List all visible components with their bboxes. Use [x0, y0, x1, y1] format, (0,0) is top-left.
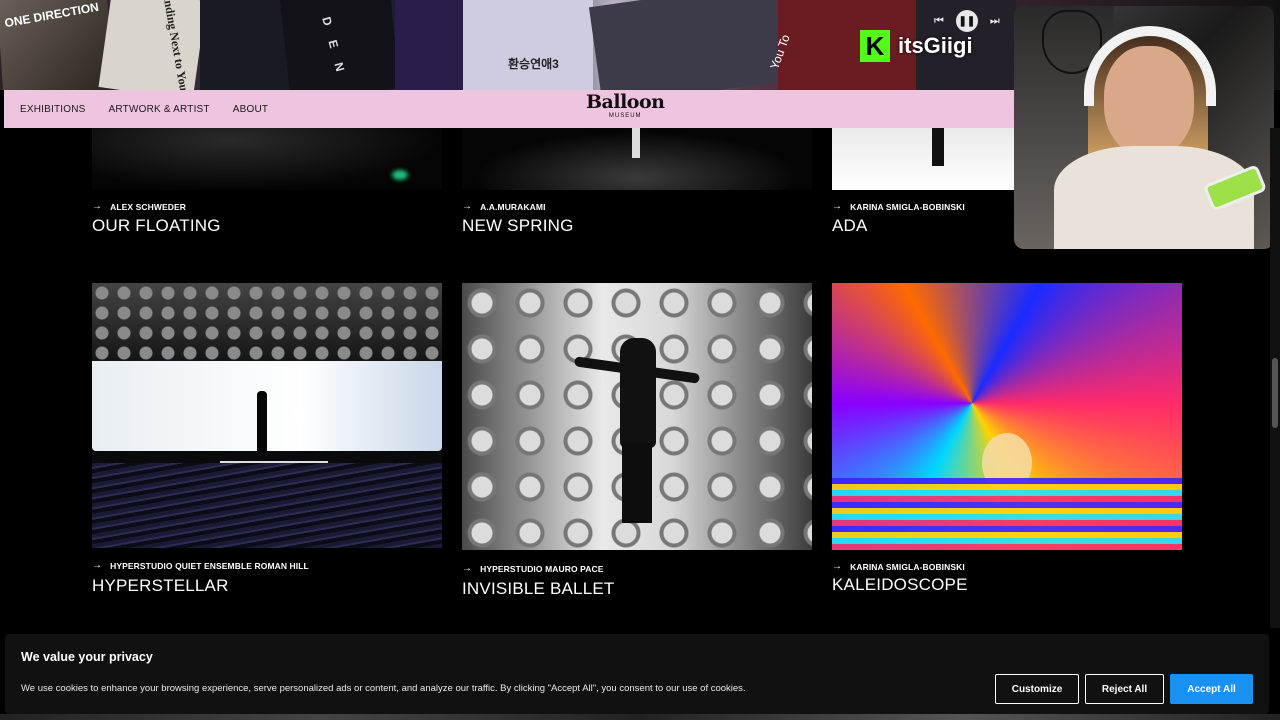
balloon-museum-logo[interactable]: Balloon MUSEUM [586, 91, 665, 119]
scrollbar-thumb[interactable] [1272, 358, 1278, 428]
artwork-title[interactable]: HYPERSTELLAR [92, 576, 229, 596]
album-tile [395, 0, 465, 90]
kick-logo-icon: K [860, 30, 890, 62]
sculpture-detail [632, 128, 640, 158]
album-tile [463, 0, 593, 90]
artwork-image-ada[interactable] [832, 128, 1014, 190]
media-controls: ⏮ ❚❚ ⏭ [934, 10, 1000, 32]
artist-name: KARINA SMIGLA-BOBINSKI [850, 561, 965, 572]
album-tile [588, 0, 787, 90]
artwork-title[interactable]: OUR FLOATING [92, 216, 221, 236]
screen: ONE DIRECTION Standing Next to You D E N… [0, 0, 1280, 720]
arrow-right-icon: → [92, 560, 103, 571]
streamer-name: itsGiigi [898, 33, 973, 58]
nav-item-artwork-artist[interactable]: ARTWORK & ARTIST [109, 104, 210, 115]
album-tile [98, 0, 207, 90]
logo-wordmark: Balloon [586, 91, 665, 113]
light-screen [92, 361, 442, 451]
artwork-image-kaleidoscope[interactable] [832, 283, 1182, 550]
artwork-image-our-floating[interactable] [92, 128, 442, 190]
light-table [832, 478, 1182, 550]
arrow-right-icon: → [832, 561, 843, 572]
artwork-title[interactable]: KALEIDOSCOPE [832, 575, 968, 595]
arrow-right-icon: → [462, 563, 473, 574]
nav-item-about[interactable]: ABOUT [233, 104, 268, 115]
artist-name: A.A.MURAKAMI [480, 201, 546, 212]
artwork-title[interactable]: NEW SPRING [462, 216, 574, 236]
artist-label[interactable]: → KARINA SMIGLA-BOBINSKI [832, 201, 965, 212]
customize-button[interactable]: Customize [995, 674, 1079, 704]
accept-all-button[interactable]: Accept All [1170, 674, 1253, 704]
artist-name: HYPERSTUDIO QUIET ENSEMBLE ROMAN HILL [110, 560, 309, 571]
previous-track-icon[interactable]: ⏮ [934, 15, 944, 28]
cookie-heading: We value your privacy [21, 650, 153, 664]
arrow-right-icon: → [92, 201, 103, 212]
wave-floor [92, 463, 442, 548]
figure-detail [932, 128, 944, 166]
collage-bottom-strip [0, 714, 1280, 720]
album-tile [200, 0, 290, 90]
artist-label[interactable]: → ALEX SCHWEDER [92, 201, 186, 212]
streamer-tag: K itsGiigi [860, 30, 973, 62]
artist-label[interactable]: → A.A.MURAKAMI [462, 201, 546, 212]
artwork-image-new-spring[interactable] [462, 128, 812, 190]
artwork-title[interactable]: INVISIBLE BALLET [462, 579, 615, 599]
arrow-right-icon: → [832, 201, 843, 212]
artist-label[interactable]: → HYPERSTUDIO MAURO PACE [462, 563, 604, 574]
artwork-image-invisible-ballet[interactable] [462, 283, 812, 550]
artwork-title[interactable]: ADA [832, 216, 868, 236]
silhouette-figure [257, 391, 267, 453]
reject-all-button[interactable]: Reject All [1085, 674, 1164, 704]
balloon-ceiling [92, 283, 442, 368]
nav-item-exhibitions[interactable]: EXHIBITIONS [20, 104, 86, 115]
artist-name: KARINA SMIGLA-BOBINSKI [850, 201, 965, 212]
logo-subtitle: MUSEUM [608, 113, 642, 119]
cookie-description: We use cookies to enhance your browsing … [21, 683, 746, 694]
light-detail [392, 170, 408, 180]
artist-name: HYPERSTUDIO MAURO PACE [480, 563, 604, 574]
next-track-icon[interactable]: ⏭ [990, 15, 1000, 28]
dancer-legs [622, 443, 652, 523]
artist-label[interactable]: → HYPERSTUDIO QUIET ENSEMBLE ROMAN HILL [92, 560, 309, 571]
collage-text: 환승연애3 [508, 57, 559, 71]
site-navbar: EXHIBITIONS ARTWORK & ARTIST ABOUT Ballo… [4, 90, 1020, 128]
artist-name: ALEX SCHWEDER [110, 201, 187, 212]
artist-label[interactable]: → KARINA SMIGLA-BOBINSKI [832, 561, 965, 572]
dancer-figure [620, 338, 656, 448]
streamer-webcam [1014, 6, 1274, 249]
artwork-image-hyperstellar[interactable] [92, 283, 442, 548]
page-scrollbar[interactable] [1270, 128, 1280, 628]
arrow-right-icon: → [462, 201, 473, 212]
cookie-consent-banner: We value your privacy We use cookies to … [5, 634, 1269, 714]
pause-icon[interactable]: ❚❚ [955, 10, 978, 32]
